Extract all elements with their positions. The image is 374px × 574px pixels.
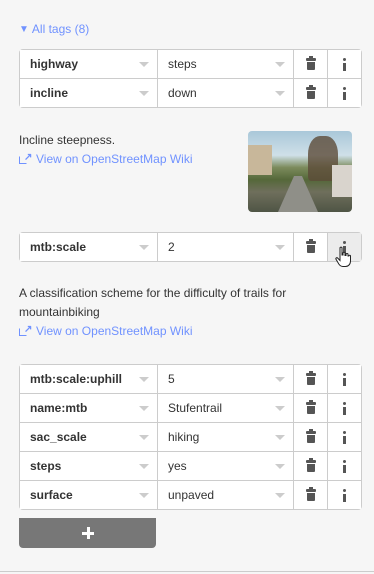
incline-wiki-link[interactable]: ↗ View on OpenStreetMap Wiki [19, 152, 193, 166]
remove-tag-button[interactable] [294, 233, 328, 261]
remove-tag-button[interactable] [294, 365, 328, 393]
all-tags-toggle[interactable]: ▼ All tags (8) [19, 22, 89, 36]
remove-tag-button[interactable] [294, 50, 328, 78]
tag-info-button[interactable] [328, 79, 361, 107]
combo-caret-icon [275, 492, 285, 498]
tag-row: incline down [19, 78, 362, 108]
tag-key-field[interactable]: name:mtb [20, 394, 158, 422]
combo-caret-icon [139, 90, 149, 96]
tag-list-group-1: highway steps incline down [19, 49, 362, 108]
tag-row: surface unpaved [19, 480, 362, 510]
remove-tag-button[interactable] [294, 481, 328, 509]
combo-caret-icon [275, 405, 285, 411]
tag-row: steps yes [19, 451, 362, 481]
combo-caret-icon [275, 463, 285, 469]
tag-list-group-3: mtb:scale:uphill 5 name:mtb Stufentrail … [19, 364, 362, 510]
tag-key-field[interactable]: steps [20, 452, 158, 480]
combo-caret-icon [139, 405, 149, 411]
combo-caret-icon [139, 244, 149, 250]
combo-caret-icon [139, 463, 149, 469]
info-icon [342, 401, 347, 415]
combo-caret-icon [139, 376, 149, 382]
remove-tag-button[interactable] [294, 394, 328, 422]
trash-icon [305, 371, 316, 385]
mtb-description-line-2: mountainbiking [19, 305, 100, 319]
remove-tag-button[interactable] [294, 452, 328, 480]
trash-icon [305, 239, 316, 253]
combo-caret-icon [275, 90, 285, 96]
trash-icon [305, 400, 316, 414]
tag-info-button[interactable] [328, 50, 361, 78]
combo-caret-icon [139, 61, 149, 67]
incline-description: Incline steepness. [19, 133, 116, 147]
remove-tag-button[interactable] [294, 423, 328, 451]
combo-caret-icon [139, 492, 149, 498]
add-tag-button[interactable] [19, 518, 156, 548]
info-icon [342, 459, 347, 473]
external-link-icon: ↗ [19, 325, 32, 337]
tag-key-field[interactable]: mtb:scale:uphill [20, 365, 158, 393]
all-tags-label: All tags (8) [31, 22, 90, 36]
external-link-icon: ↗ [19, 153, 32, 165]
combo-caret-icon [275, 376, 285, 382]
incline-example-photo [248, 131, 352, 212]
tag-row: mtb:scale 2 [19, 232, 362, 262]
tag-info-button[interactable] [328, 452, 361, 480]
tag-key-field[interactable]: mtb:scale [20, 233, 158, 261]
tag-value-field[interactable]: down [158, 79, 294, 107]
hand-cursor-icon [335, 246, 351, 267]
trash-icon [305, 85, 316, 99]
plus-icon [81, 527, 94, 539]
tag-value-field[interactable]: 5 [158, 365, 294, 393]
info-icon [342, 488, 347, 502]
tag-value-field[interactable]: Stufentrail [158, 394, 294, 422]
tag-info-button[interactable] [328, 394, 361, 422]
tag-info-button[interactable] [328, 365, 361, 393]
tag-key-field[interactable]: incline [20, 79, 158, 107]
trash-icon [305, 458, 316, 472]
tag-row: highway steps [19, 49, 362, 79]
trash-icon [305, 56, 316, 70]
tag-value-field[interactable]: steps [158, 50, 294, 78]
info-icon [342, 86, 347, 100]
combo-caret-icon [275, 244, 285, 250]
tag-row: name:mtb Stufentrail [19, 393, 362, 423]
tag-info-button[interactable] [328, 423, 361, 451]
tag-row: mtb:scale:uphill 5 [19, 364, 362, 394]
trash-icon [305, 429, 316, 443]
combo-caret-icon [275, 434, 285, 440]
info-icon [342, 430, 347, 444]
tag-row: sac_scale hiking [19, 422, 362, 452]
tag-value-field[interactable]: yes [158, 452, 294, 480]
tag-key-field[interactable]: surface [20, 481, 158, 509]
tag-key-field[interactable]: sac_scale [20, 423, 158, 451]
info-icon [342, 372, 347, 386]
tag-key-field[interactable]: highway [20, 50, 158, 78]
tag-value-field[interactable]: unpaved [158, 481, 294, 509]
tag-list-group-2: mtb:scale 2 [19, 232, 362, 262]
combo-caret-icon [275, 61, 285, 67]
remove-tag-button[interactable] [294, 79, 328, 107]
trash-icon [305, 487, 316, 501]
tag-info-button[interactable] [328, 481, 361, 509]
divider [0, 571, 374, 572]
mtb-wiki-link[interactable]: ↗ View on OpenStreetMap Wiki [19, 324, 193, 338]
triangle-down-icon: ▼ [19, 23, 29, 35]
tag-value-field[interactable]: 2 [158, 233, 294, 261]
tag-value-field[interactable]: hiking [158, 423, 294, 451]
mtb-description-line-1: A classification scheme for the difficul… [19, 286, 287, 300]
info-icon [342, 57, 347, 71]
combo-caret-icon [139, 434, 149, 440]
